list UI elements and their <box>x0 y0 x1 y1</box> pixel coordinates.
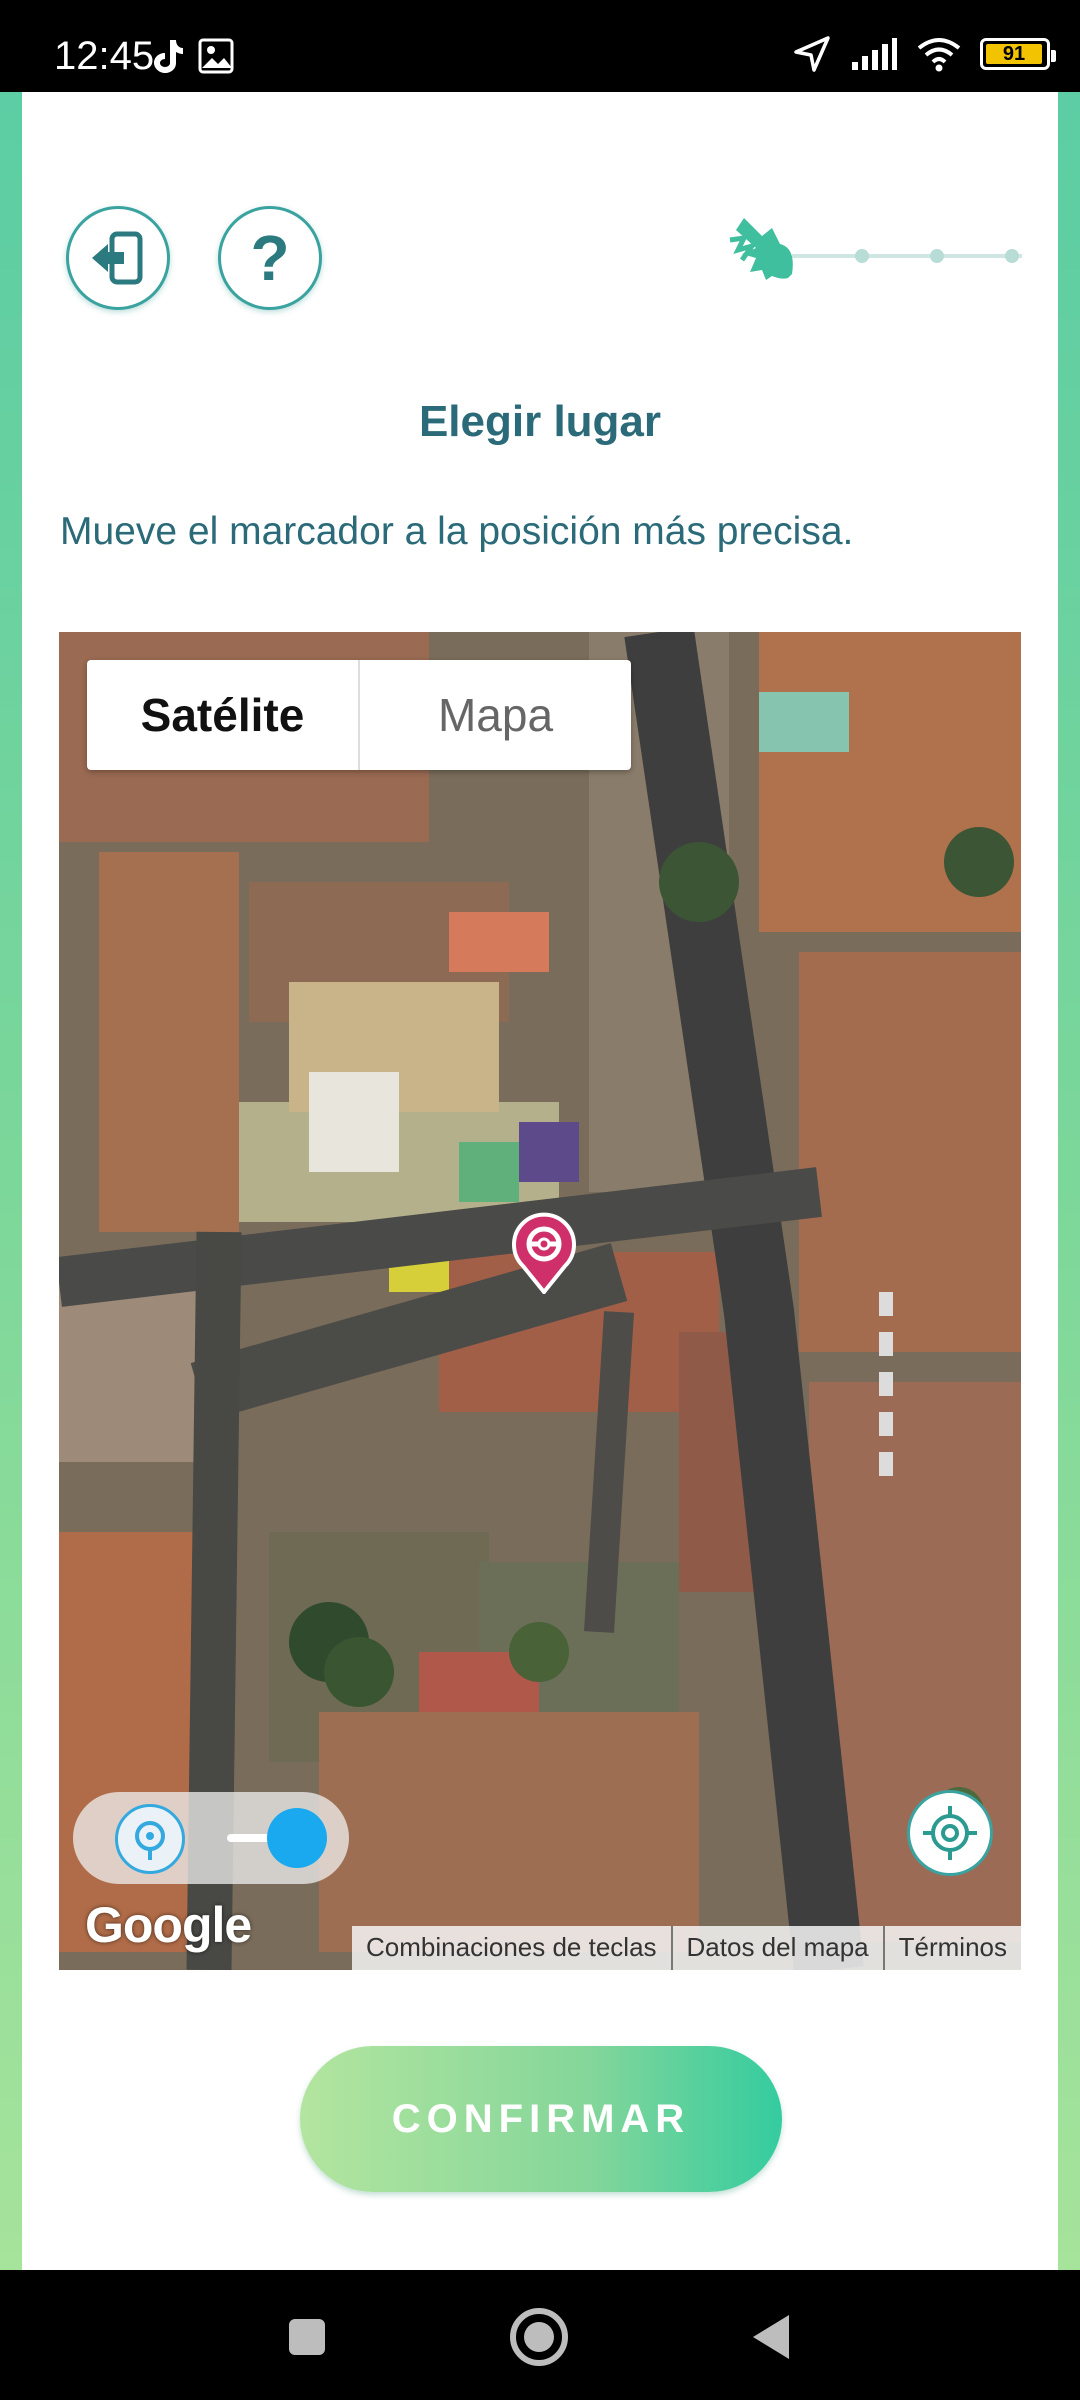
wifi-icon <box>917 38 961 72</box>
recents-button[interactable] <box>272 2302 342 2372</box>
home-circle-icon <box>510 2308 568 2366</box>
recenter-button[interactable] <box>907 1790 993 1876</box>
satellite-view-button[interactable]: Satélite <box>87 660 358 770</box>
pokestop-filter-toggle[interactable] <box>73 1792 349 1884</box>
status-left-icons <box>152 38 234 74</box>
crosshair-icon <box>923 1806 977 1860</box>
satellite-map[interactable]: Satélite Mapa Google Combinaciones de te… <box>59 632 1021 1970</box>
tiktok-icon <box>154 40 183 73</box>
page-title: Elegir lugar <box>418 397 662 446</box>
map-attribution: Combinaciones de teclas Datos del mapa T… <box>352 1926 1021 1970</box>
square-icon <box>289 2319 325 2355</box>
battery-level: 91 <box>986 43 1042 65</box>
location-marker-icon[interactable] <box>509 1210 579 1294</box>
status-right-icons: 91 <box>792 34 1056 74</box>
photo-icon <box>198 38 234 74</box>
home-button[interactable] <box>504 2302 574 2372</box>
google-logo: Google <box>85 1897 252 1953</box>
map-view-button[interactable]: Mapa <box>358 660 631 770</box>
pokestop-switch[interactable] <box>223 1808 331 1868</box>
instruction-text: Mueve el marcador a la posición más prec… <box>60 510 854 553</box>
battery-icon: 91 <box>980 38 1056 70</box>
status-time: 12:45 <box>54 34 155 78</box>
signal-icon <box>852 38 897 70</box>
keyboard-shortcuts-link[interactable]: Combinaciones de teclas <box>352 1926 671 1970</box>
back-button[interactable] <box>736 2302 806 2372</box>
back-triangle-icon <box>753 2315 789 2359</box>
pokestop-icon <box>115 1804 185 1874</box>
confirm-button[interactable]: CONFIRMAR <box>300 2046 782 2192</box>
map-type-toggle[interactable]: Satélite Mapa <box>87 660 631 770</box>
progress-step-3 <box>930 249 944 263</box>
help-button[interactable]: ? <box>218 206 322 310</box>
app-frame: ? Elegir lugar Mueve el marcador a la po… <box>0 92 1080 2270</box>
satellite-imagery <box>59 632 1021 1970</box>
pikachu-silhouette-icon <box>729 218 793 280</box>
location-arrow-icon <box>794 36 830 72</box>
progress-step-2 <box>855 249 869 263</box>
exit-icon <box>92 231 143 285</box>
progress-step-4 <box>1005 249 1019 263</box>
content-panel: ? Elegir lugar Mueve el marcador a la po… <box>22 92 1058 2270</box>
question-mark-icon: ? <box>250 222 290 294</box>
exit-button[interactable] <box>66 206 170 310</box>
map-data-link[interactable]: Datos del mapa <box>670 1926 883 1970</box>
system-nav-bar <box>0 2270 1080 2400</box>
progress-indicator <box>729 218 1022 280</box>
status-bar: 12:45 91 <box>0 0 1080 92</box>
terms-link[interactable]: Términos <box>882 1926 1021 1970</box>
